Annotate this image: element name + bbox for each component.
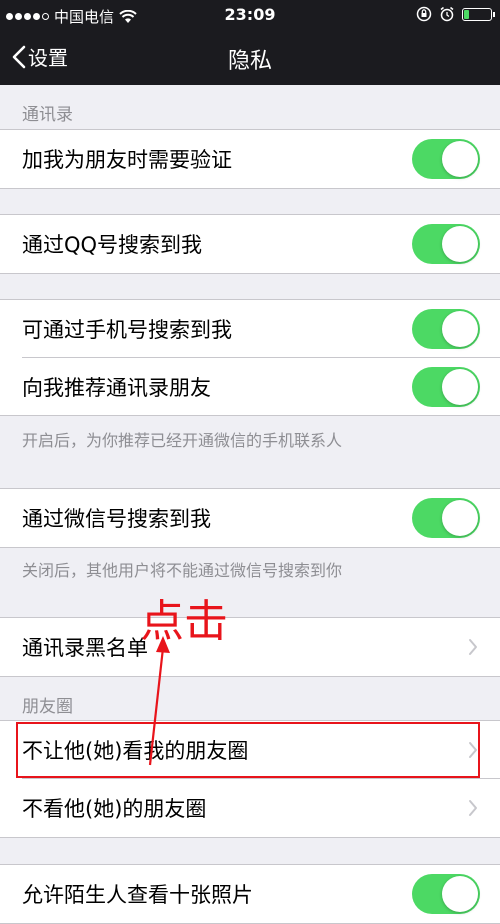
row-search-by-phone[interactable]: 可通过手机号搜索到我: [0, 300, 500, 358]
row-label: 允许陌生人查看十张照片: [22, 883, 253, 907]
group-wechat-id: 通过微信号搜索到我: [0, 488, 500, 548]
row-label: 向我推荐通讯录朋友: [22, 376, 211, 400]
rotation-lock-icon: [416, 6, 432, 22]
row-verify-friend[interactable]: 加我为朋友时需要验证: [0, 130, 500, 188]
group-blacklist: 通讯录黑名单: [0, 617, 500, 677]
status-bar: 中国电信 23:09: [0, 0, 500, 30]
group-qq: 通过QQ号搜索到我: [0, 214, 500, 274]
row-label: 可通过手机号搜索到我: [22, 318, 232, 342]
row-blacklist[interactable]: 通讯录黑名单: [0, 618, 500, 676]
wechat-id-footnote: 关闭后，其他用户将不能通过微信号搜索到你: [22, 561, 343, 580]
navigation-bar: 设置 隐私: [0, 30, 500, 85]
row-label: 通讯录黑名单: [22, 636, 148, 660]
section-header-moments: 朋友圈: [22, 697, 73, 717]
row-stranger-photos[interactable]: 允许陌生人查看十张照片: [0, 865, 500, 923]
page-title: 隐私: [227, 49, 272, 74]
alarm-icon: [440, 6, 454, 22]
row-recommend-contacts[interactable]: 向我推荐通讯录朋友: [0, 358, 500, 416]
group-stranger-photos: 允许陌生人查看十张照片: [0, 864, 500, 924]
row-label: 通过QQ号搜索到我: [22, 233, 203, 257]
recommend-footnote: 开启后，为你推荐已经开通微信的手机联系人: [22, 431, 343, 450]
annotation-click-label: 点击: [140, 596, 228, 647]
row-label: 通过微信号搜索到我: [22, 507, 211, 531]
search-by-phone-toggle[interactable]: [412, 309, 480, 349]
group-phone: 可通过手机号搜索到我 向我推荐通讯录朋友: [0, 299, 500, 416]
chevron-right-icon: [469, 800, 477, 816]
status-right: [416, 6, 495, 22]
row-label: 加我为朋友时需要验证: [22, 148, 232, 172]
chevron-right-icon: [469, 639, 477, 655]
verify-friend-toggle[interactable]: [412, 139, 480, 179]
battery-level: [464, 9, 469, 19]
row-search-by-wechat-id[interactable]: 通过微信号搜索到我: [0, 489, 500, 547]
row-search-by-qq[interactable]: 通过QQ号搜索到我: [0, 215, 500, 273]
annotation-highlight-box: [16, 722, 480, 778]
search-by-qq-toggle[interactable]: [412, 224, 480, 264]
search-by-wechat-id-toggle[interactable]: [412, 498, 480, 538]
battery-icon: [462, 7, 495, 21]
row-dont-view-moments[interactable]: 不看他(她)的朋友圈: [0, 779, 500, 837]
stranger-photos-toggle[interactable]: [412, 874, 480, 914]
row-label: 不看他(她)的朋友圈: [22, 797, 207, 821]
section-header-contacts: 通讯录: [22, 105, 73, 125]
group-verify: 加我为朋友时需要验证: [0, 129, 500, 189]
recommend-contacts-toggle[interactable]: [412, 367, 480, 407]
